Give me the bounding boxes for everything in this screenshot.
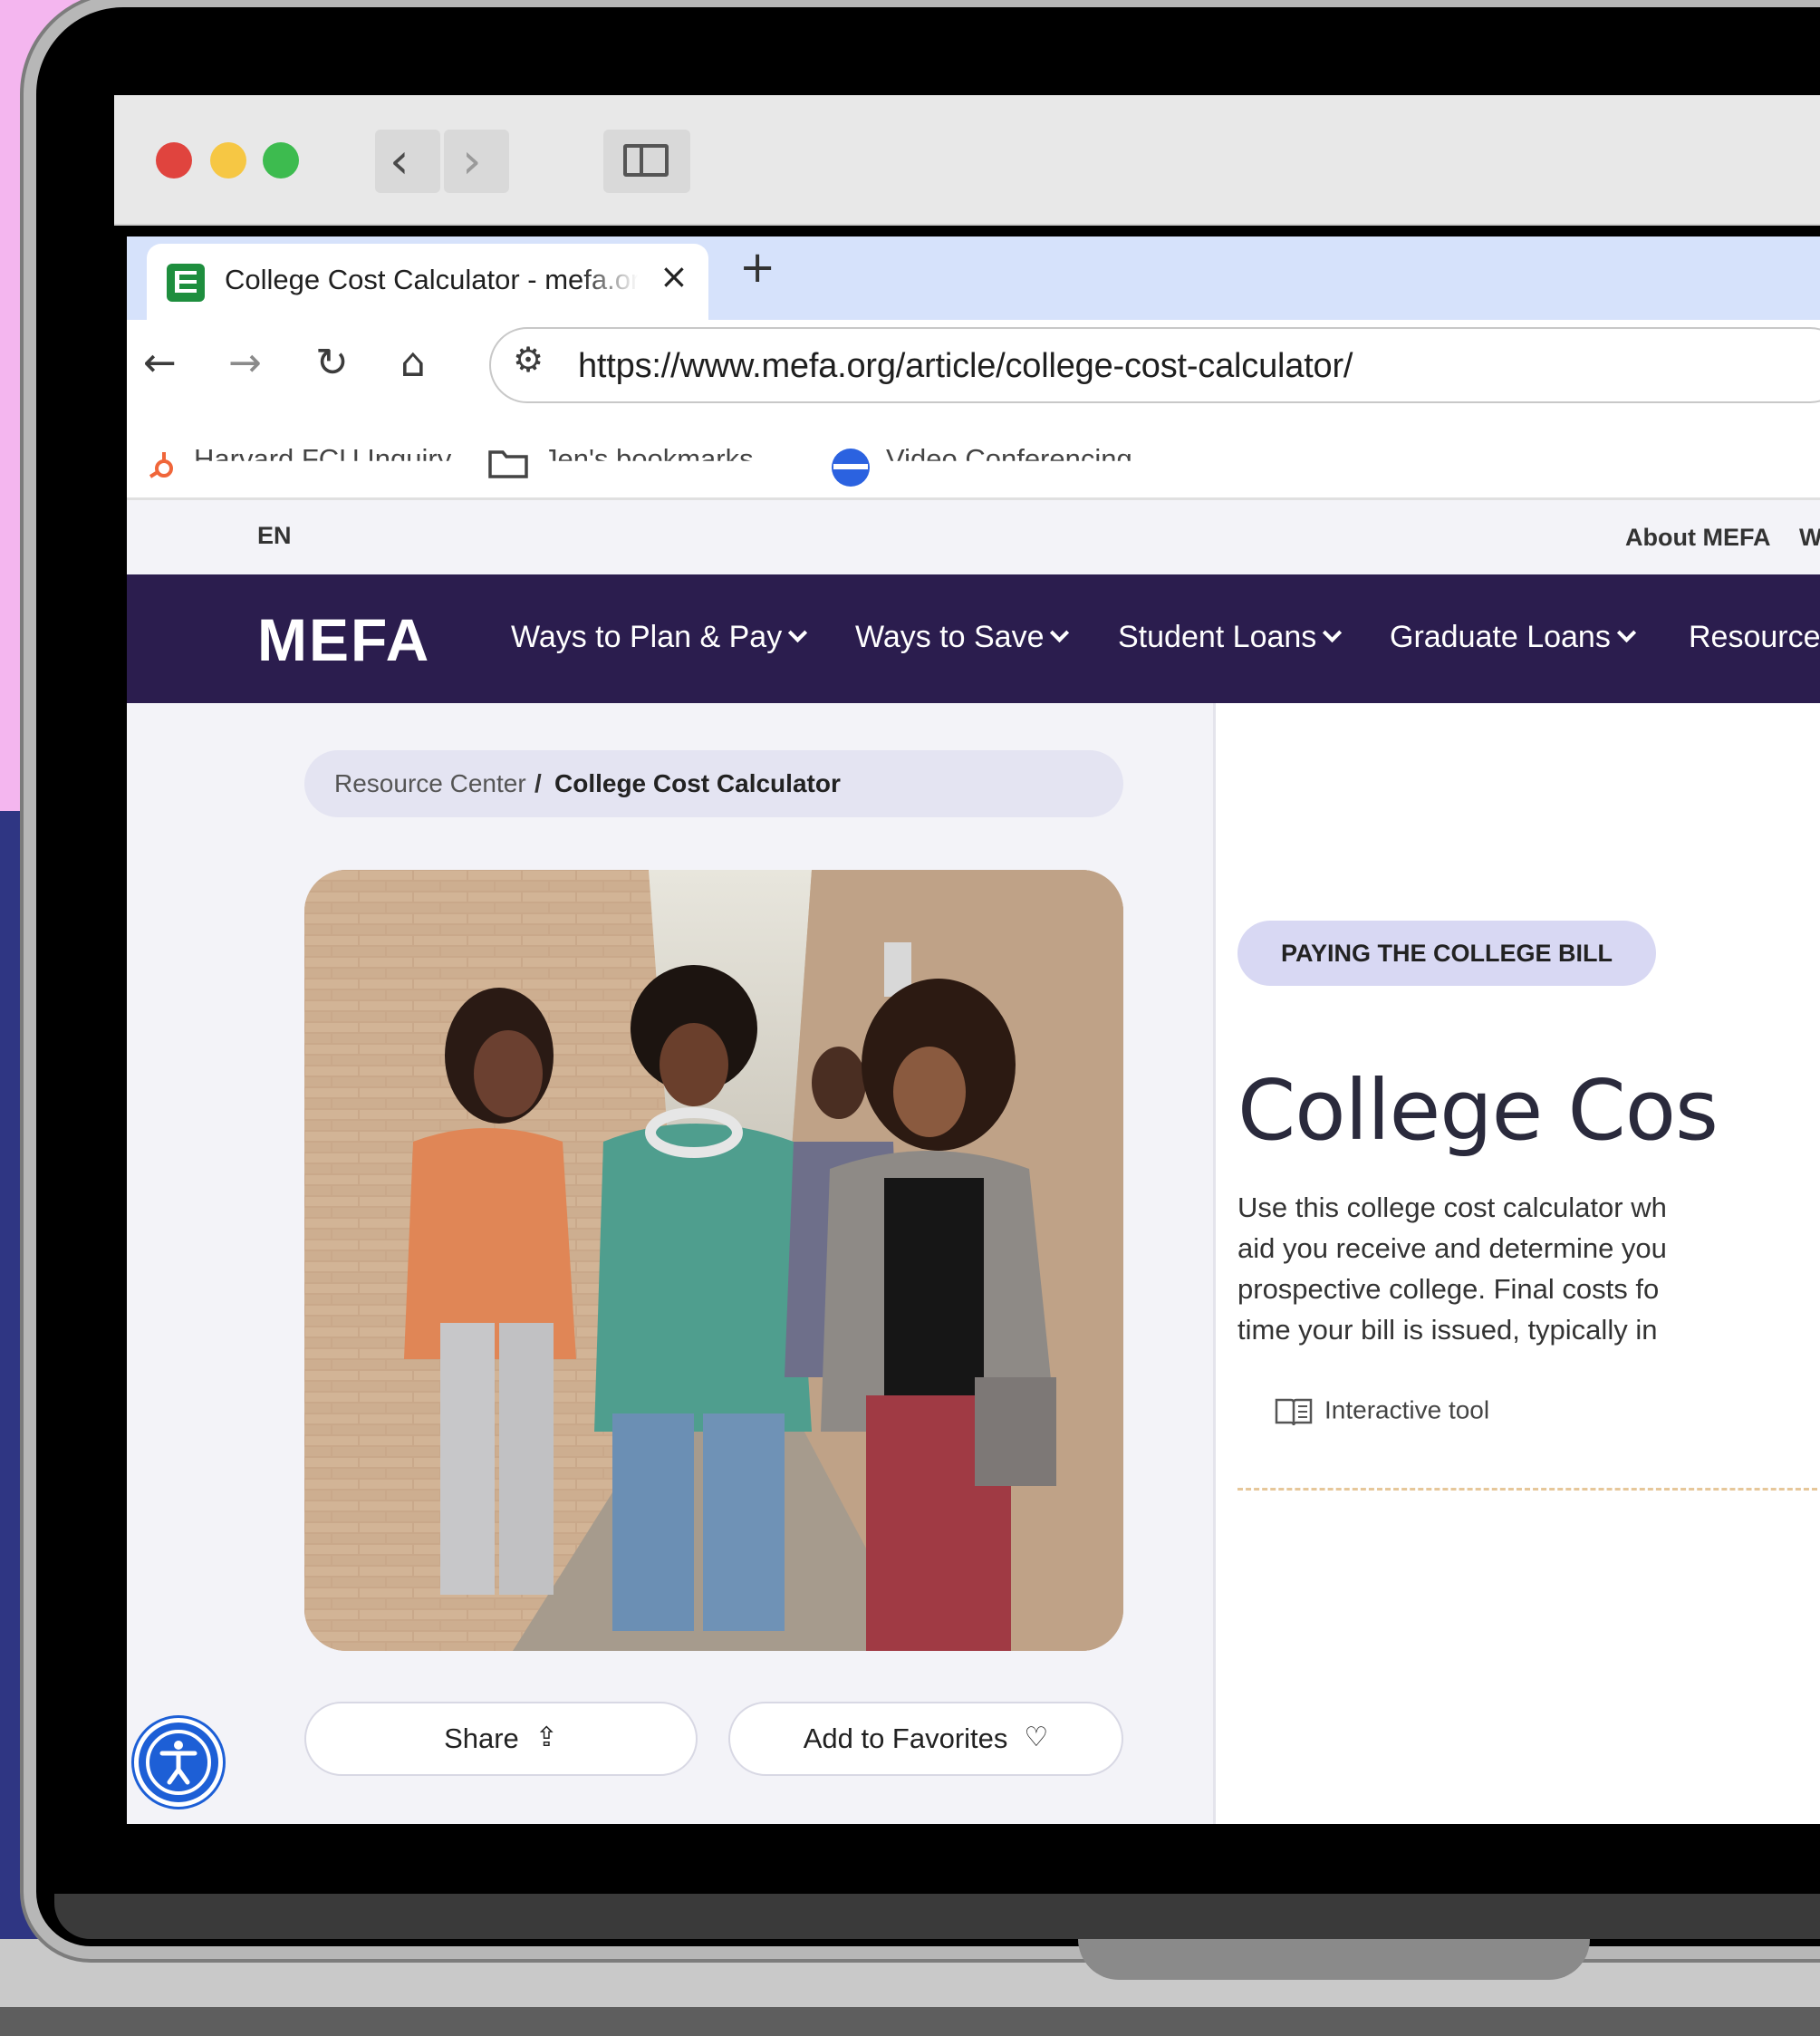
- browser-toolbar: ← → ↻ ⌂ ⚙ https://www.mefa.org/article/c…: [127, 320, 1820, 407]
- hubspot-bookmark-icon: [149, 452, 173, 478]
- nav-student-loans[interactable]: Student Loans: [1118, 620, 1343, 655]
- nav-label: Graduate Loans: [1390, 620, 1611, 654]
- close-window-button[interactable]: [156, 142, 192, 179]
- hero-illustration: [304, 870, 1123, 1651]
- chevron-down-icon: [788, 622, 808, 643]
- favorites-label: Add to Favorites: [803, 1722, 1008, 1754]
- hero-photo-students-walking: [304, 870, 1123, 1651]
- address-url: https://www.mefa.org/article/college-cos…: [578, 347, 1353, 385]
- accessibility-icon: [146, 1730, 211, 1795]
- desk-edge: [0, 2007, 1820, 2036]
- window-titlebar: ‹ ›: [114, 95, 1820, 226]
- zoom-window-button[interactable]: [263, 142, 299, 179]
- category-pill[interactable]: PAYING THE COLLEGE BILL: [1237, 921, 1657, 986]
- laptop-base: [1078, 1939, 1590, 1980]
- add-to-favorites-button[interactable]: Add to Favorites ♡: [728, 1702, 1123, 1776]
- share-icon: ⇪: [534, 1722, 558, 1753]
- window-forward-button[interactable]: ›: [444, 130, 509, 193]
- description-line: time your bill is issued, typically in: [1237, 1314, 1658, 1346]
- chevron-down-icon: [1050, 622, 1070, 643]
- nav-label: Ways to Save: [855, 620, 1045, 654]
- reload-icon[interactable]: ↻: [315, 336, 349, 391]
- chevron-down-icon: [1616, 622, 1636, 643]
- content-type-label: Interactive tool: [1274, 1395, 1489, 1428]
- chevron-right-icon: ›: [462, 132, 482, 189]
- forward-arrow-icon[interactable]: →: [228, 336, 262, 391]
- sheets-favicon-icon: [167, 264, 205, 302]
- window-back-button[interactable]: ‹: [375, 130, 440, 193]
- util-link-cutoff[interactable]: W: [1799, 524, 1820, 552]
- about-mefa-link[interactable]: About MEFA: [1625, 524, 1770, 552]
- address-bar[interactable]: ⚙ https://www.mefa.org/article/college-c…: [489, 327, 1820, 403]
- nav-resource[interactable]: Resource: [1689, 620, 1820, 655]
- content-left-column: Resource Center / College Cost Calculato…: [127, 703, 1213, 1824]
- sidebar-toggle-button[interactable]: [603, 130, 690, 193]
- web-page: EN About MEFA W MEFA Ways to Plan & Pay …: [127, 500, 1820, 1824]
- description-line: prospective college. Final costs fo: [1237, 1273, 1660, 1305]
- tab-close-icon[interactable]: ×: [660, 256, 689, 296]
- bookmark-jens-bookmarks[interactable]: Jen's bookmarks: [544, 443, 754, 461]
- nav-label: Ways to Plan & Pay: [511, 620, 783, 654]
- chevron-down-icon: [1323, 622, 1343, 643]
- language-selector[interactable]: EN: [257, 522, 292, 550]
- book-icon: [1275, 1398, 1313, 1426]
- breadcrumb: Resource Center / College Cost Calculato…: [304, 750, 1123, 817]
- breadcrumb-separator: /: [534, 769, 542, 797]
- breadcrumb-resource-center[interactable]: Resource Center: [334, 750, 526, 817]
- tab-college-cost-calculator[interactable]: College Cost Calculator - mefa.org ×: [147, 244, 708, 322]
- nav-label: Resource: [1689, 620, 1820, 654]
- minimize-window-button[interactable]: [210, 142, 246, 179]
- chevron-left-icon: ‹: [390, 132, 409, 189]
- tab-title: College Cost Calculator - mefa.org: [225, 264, 638, 295]
- article-description: Use this college cost calculator wh aid …: [1237, 1187, 1817, 1350]
- content-type-text: Interactive tool: [1324, 1395, 1490, 1424]
- description-line: aid you receive and determine you: [1237, 1232, 1667, 1264]
- bookmark-harvard-fcu[interactable]: Harvard FCU Inquiry: [194, 443, 451, 461]
- breadcrumb-current: College Cost Calculator: [554, 769, 841, 797]
- bookmark-video-conferencing[interactable]: Video Conferencing...: [886, 443, 1156, 461]
- dashed-separator: [1237, 1488, 1817, 1491]
- nav-ways-to-save[interactable]: Ways to Save: [855, 620, 1070, 655]
- new-tab-button[interactable]: +: [739, 242, 775, 293]
- tune-icon[interactable]: ⚙: [513, 340, 544, 380]
- nav-label: Student Loans: [1118, 620, 1317, 654]
- home-icon[interactable]: ⌂: [400, 336, 426, 391]
- share-label: Share: [444, 1722, 519, 1754]
- share-button[interactable]: Share ⇪: [304, 1702, 698, 1776]
- tab-strip: College Cost Calculator - mefa.org × +: [127, 236, 1820, 322]
- content-right-column: PAYING THE COLLEGE BILL College Cos Use …: [1216, 703, 1820, 1824]
- accessibility-button[interactable]: [134, 1718, 223, 1807]
- video-conferencing-icon: [832, 449, 870, 487]
- utility-bar: EN About MEFA W: [127, 500, 1820, 574]
- mefa-logo[interactable]: MEFA: [257, 605, 430, 674]
- page-title: College Cos: [1237, 1062, 1719, 1159]
- heart-icon: ♡: [1024, 1722, 1049, 1753]
- main-navigation: MEFA Ways to Plan & Pay Ways to Save Stu…: [127, 574, 1820, 703]
- back-arrow-icon[interactable]: ←: [143, 336, 177, 391]
- sidebar-icon: [623, 144, 669, 177]
- nav-graduate-loans[interactable]: Graduate Loans: [1390, 620, 1636, 655]
- laptop-screen: ‹ › College Cost Calculator - mefa.org ×…: [114, 95, 1820, 1824]
- description-line: Use this college cost calculator wh: [1237, 1192, 1667, 1223]
- folder-icon: [488, 450, 528, 478]
- bookmarks-bar: Harvard FCU Inquiry Jen's bookmarks Vide…: [127, 407, 1820, 500]
- laptop-hinge: [54, 1894, 1820, 1939]
- nav-ways-to-plan-pay[interactable]: Ways to Plan & Pay: [511, 620, 808, 655]
